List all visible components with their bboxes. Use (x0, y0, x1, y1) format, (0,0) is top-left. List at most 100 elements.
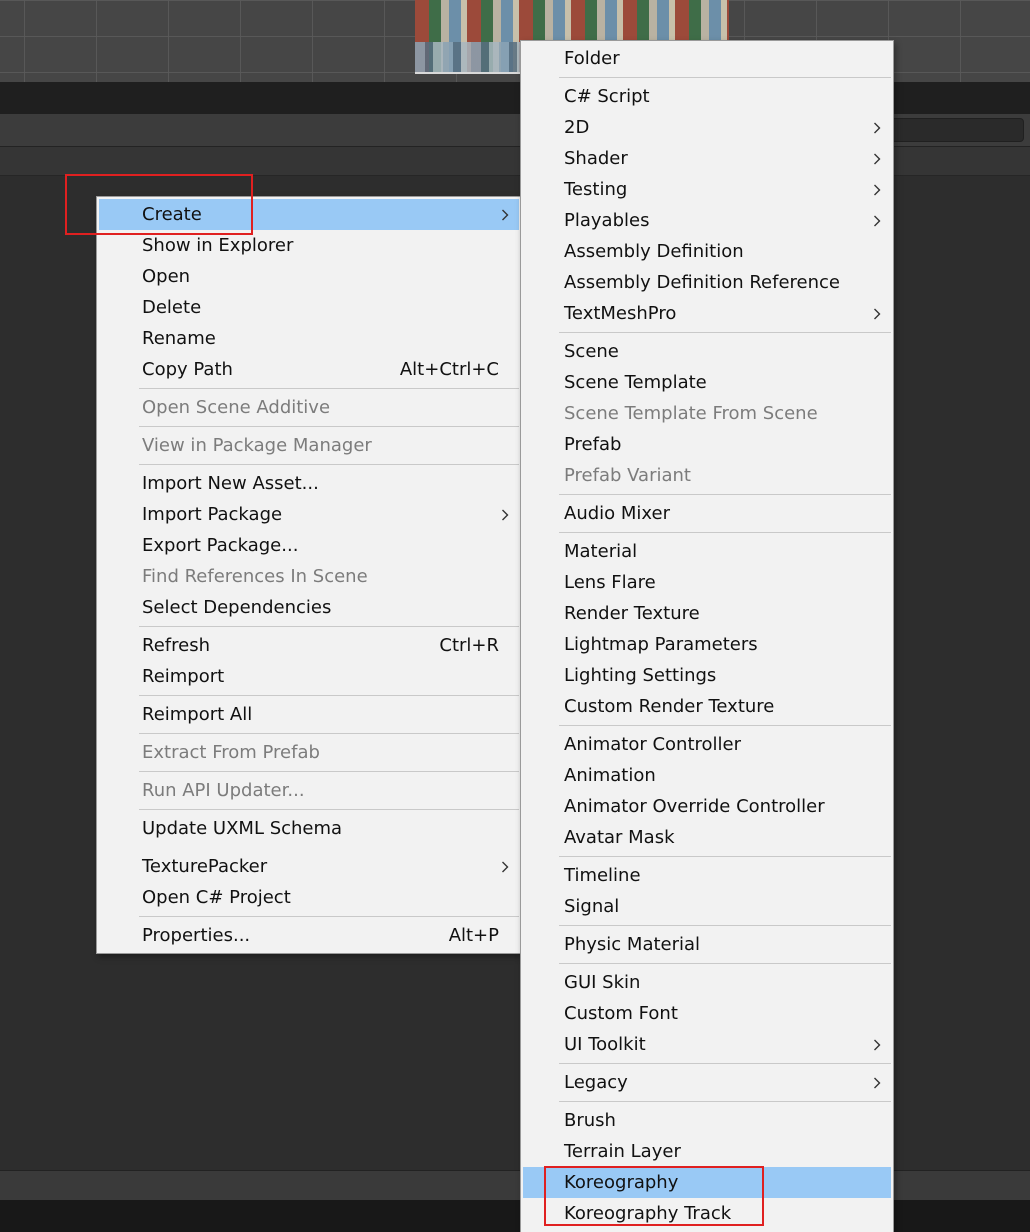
chevron-right-icon (871, 1067, 885, 1098)
menu-item-label: View in Package Manager (142, 435, 372, 456)
chevron-right-icon (871, 298, 885, 329)
context-menu-item-copy-path[interactable]: Copy Path Alt+Ctrl+C (99, 354, 519, 385)
menu-item-label: Animator Override Controller (564, 796, 825, 817)
create-submenu-item-material[interactable]: Material (523, 536, 891, 567)
menu-item-label: Reimport (142, 666, 225, 687)
menu-separator (559, 725, 891, 726)
menu-item-label: Refresh (142, 635, 210, 656)
menu-item-label: Open C# Project (142, 887, 291, 908)
menu-separator (139, 733, 519, 734)
create-submenu-item-lighting-settings[interactable]: Lighting Settings (523, 660, 891, 691)
create-submenu-item-playables[interactable]: Playables (523, 205, 891, 236)
menu-separator (559, 332, 891, 333)
context-menu-item-import-package[interactable]: Import Package (99, 499, 519, 530)
create-submenu-item-c-script[interactable]: C# Script (523, 81, 891, 112)
create-submenu-item-terrain-layer[interactable]: Terrain Layer (523, 1136, 891, 1167)
menu-item-label: TextMeshPro (564, 303, 677, 324)
context-menu-item-export-package[interactable]: Export Package... (99, 530, 519, 561)
menu-separator (139, 695, 519, 696)
context-menu-item-refresh[interactable]: Refresh Ctrl+R (99, 630, 519, 661)
menu-item-label: Terrain Layer (564, 1141, 681, 1162)
create-submenu-item-lightmap-parameters[interactable]: Lightmap Parameters (523, 629, 891, 660)
menu-item-label: Scene Template (564, 372, 707, 393)
menu-item-label: Update UXML Schema (142, 818, 343, 839)
menu-item-label: Brush (564, 1110, 616, 1131)
create-submenu: Folder C# Script 2D Shader Testing Playables A… (520, 40, 894, 1232)
context-menu-item-select-dependencies[interactable]: Select Dependencies (99, 592, 519, 623)
chevron-right-icon (499, 499, 513, 530)
create-submenu-item-physic-material[interactable]: Physic Material (523, 929, 891, 960)
context-menu-item-reimport-all[interactable]: Reimport All (99, 699, 519, 730)
chevron-right-icon (871, 205, 885, 236)
create-submenu-item-custom-render-texture[interactable]: Custom Render Texture (523, 691, 891, 722)
create-submenu-item-render-texture[interactable]: Render Texture (523, 598, 891, 629)
menu-separator (559, 925, 891, 926)
menu-separator (139, 809, 519, 810)
menu-item-label: Lightmap Parameters (564, 634, 758, 655)
create-submenu-item-animator-override-controller[interactable]: Animator Override Controller (523, 791, 891, 822)
create-submenu-item-animator-controller[interactable]: Animator Controller (523, 729, 891, 760)
context-menu-item-properties[interactable]: Properties... Alt+P (99, 920, 519, 951)
create-submenu-item-timeline[interactable]: Timeline (523, 860, 891, 891)
create-submenu-item-scene-template[interactable]: Scene Template (523, 367, 891, 398)
context-menu-item-run-api-updater: Run API Updater... (99, 775, 519, 806)
context-menu: Create Show in Explorer Open Delete Rename Co… (96, 196, 522, 954)
create-submenu-item-textmeshpro[interactable]: TextMeshPro (523, 298, 891, 329)
context-menu-item-open[interactable]: Open (99, 261, 519, 292)
create-submenu-item-custom-font[interactable]: Custom Font (523, 998, 891, 1029)
create-submenu-item-testing[interactable]: Testing (523, 174, 891, 205)
chevron-right-icon (499, 199, 513, 230)
create-submenu-item-lens-flare[interactable]: Lens Flare (523, 567, 891, 598)
create-submenu-item-signal[interactable]: Signal (523, 891, 891, 922)
menu-separator (559, 1063, 891, 1064)
create-submenu-item-assembly-definition-reference[interactable]: Assembly Definition Reference (523, 267, 891, 298)
create-submenu-item-ui-toolkit[interactable]: UI Toolkit (523, 1029, 891, 1060)
create-submenu-item-assembly-definition[interactable]: Assembly Definition (523, 236, 891, 267)
create-submenu-item-2d[interactable]: 2D (523, 112, 891, 143)
menu-item-label: Avatar Mask (564, 827, 675, 848)
menu-item-label: C# Script (564, 86, 650, 107)
menu-item-label: Prefab Variant (564, 465, 691, 486)
context-menu-item-reimport[interactable]: Reimport (99, 661, 519, 692)
menu-item-label: Open Scene Additive (142, 397, 331, 418)
menu-item-label: Physic Material (564, 934, 701, 955)
menu-item-label: UI Toolkit (564, 1034, 646, 1055)
chevron-right-icon (871, 112, 885, 143)
create-submenu-item-animation[interactable]: Animation (523, 760, 891, 791)
menu-item-label: Custom Render Texture (564, 696, 775, 717)
menu-item-label: Rename (142, 328, 216, 349)
menu-item-label: Custom Font (564, 1003, 678, 1024)
menu-item-label: Import Package (142, 504, 283, 525)
menu-item-label: Lighting Settings (564, 665, 717, 686)
menu-separator (559, 1101, 891, 1102)
menu-separator (139, 626, 519, 627)
create-submenu-item-legacy[interactable]: Legacy (523, 1067, 891, 1098)
menu-separator (559, 856, 891, 857)
chevron-right-icon (871, 174, 885, 205)
create-submenu-item-brush[interactable]: Brush (523, 1105, 891, 1136)
context-menu-item-delete[interactable]: Delete (99, 292, 519, 323)
shortcut-label: Ctrl+R (439, 635, 499, 656)
create-submenu-item-folder[interactable]: Folder (523, 43, 891, 74)
menu-separator (139, 771, 519, 772)
menu-separator (139, 464, 519, 465)
create-submenu-item-prefab-variant: Prefab Variant (523, 460, 891, 491)
create-submenu-item-shader[interactable]: Shader (523, 143, 891, 174)
create-submenu-item-gui-skin[interactable]: GUI Skin (523, 967, 891, 998)
search-input[interactable] (890, 118, 1024, 142)
create-submenu-item-avatar-mask[interactable]: Avatar Mask (523, 822, 891, 853)
menu-separator (139, 388, 519, 389)
context-menu-item-import-new-asset[interactable]: Import New Asset... (99, 468, 519, 499)
context-menu-item-texturepacker[interactable]: TexturePacker (99, 851, 519, 882)
menu-item-label: Open (142, 266, 191, 287)
menu-item-label: Run API Updater... (142, 780, 305, 801)
context-menu-item-rename[interactable]: Rename (99, 323, 519, 354)
create-submenu-item-prefab[interactable]: Prefab (523, 429, 891, 460)
context-menu-item-open-c-project[interactable]: Open C# Project (99, 882, 519, 913)
menu-item-label: Prefab (564, 434, 622, 455)
shortcut-label: Alt+Ctrl+C (399, 359, 499, 380)
context-menu-item-update-uxml-schema[interactable]: Update UXML Schema (99, 813, 519, 844)
create-submenu-item-audio-mixer[interactable]: Audio Mixer (523, 498, 891, 529)
menu-item-label: Select Dependencies (142, 597, 332, 618)
create-submenu-item-scene[interactable]: Scene (523, 336, 891, 367)
